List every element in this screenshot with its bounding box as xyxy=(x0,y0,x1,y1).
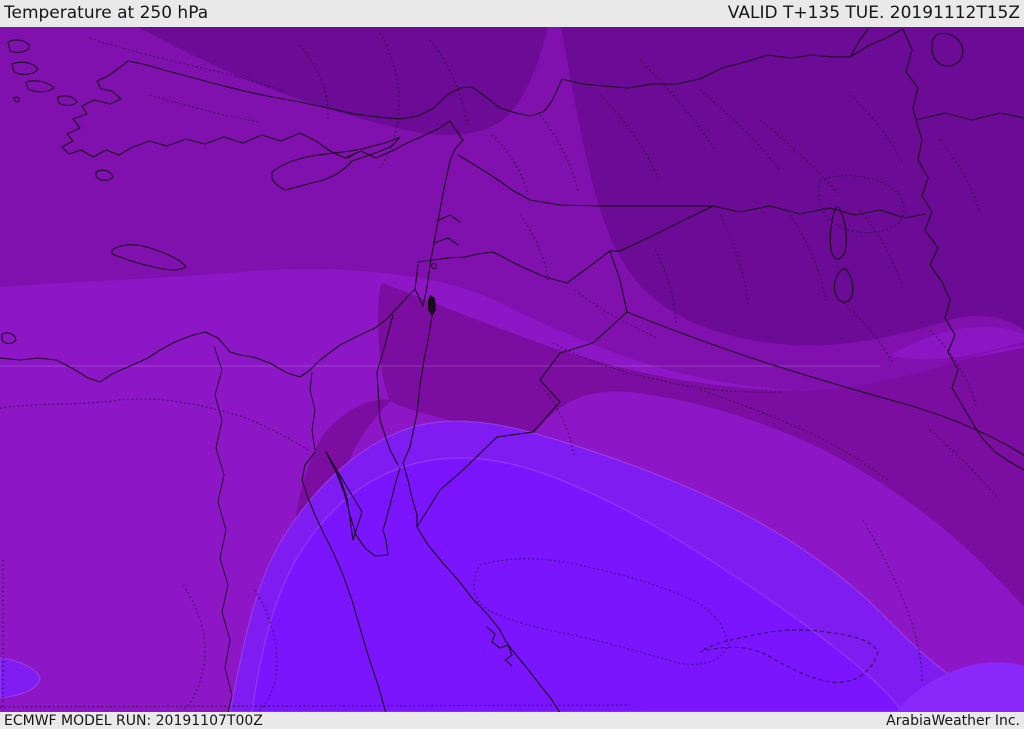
map-title: Temperature at 250 hPa xyxy=(4,3,209,23)
valid-time-label: VALID T+135 TUE. 20191112T15Z xyxy=(727,3,1020,23)
weather-map-page: Temperature at 250 hPa VALID T+135 TUE. … xyxy=(0,0,1024,729)
model-run-label: ECMWF MODEL RUN: 20191107T00Z xyxy=(4,712,263,729)
map-footer-bar: ECMWF MODEL RUN: 20191107T00Z ArabiaWeat… xyxy=(0,712,1024,729)
map-title-bar: Temperature at 250 hPa VALID T+135 TUE. … xyxy=(0,0,1024,27)
weather-map xyxy=(0,27,1024,712)
credit-label: ArabiaWeather Inc. xyxy=(886,712,1020,729)
